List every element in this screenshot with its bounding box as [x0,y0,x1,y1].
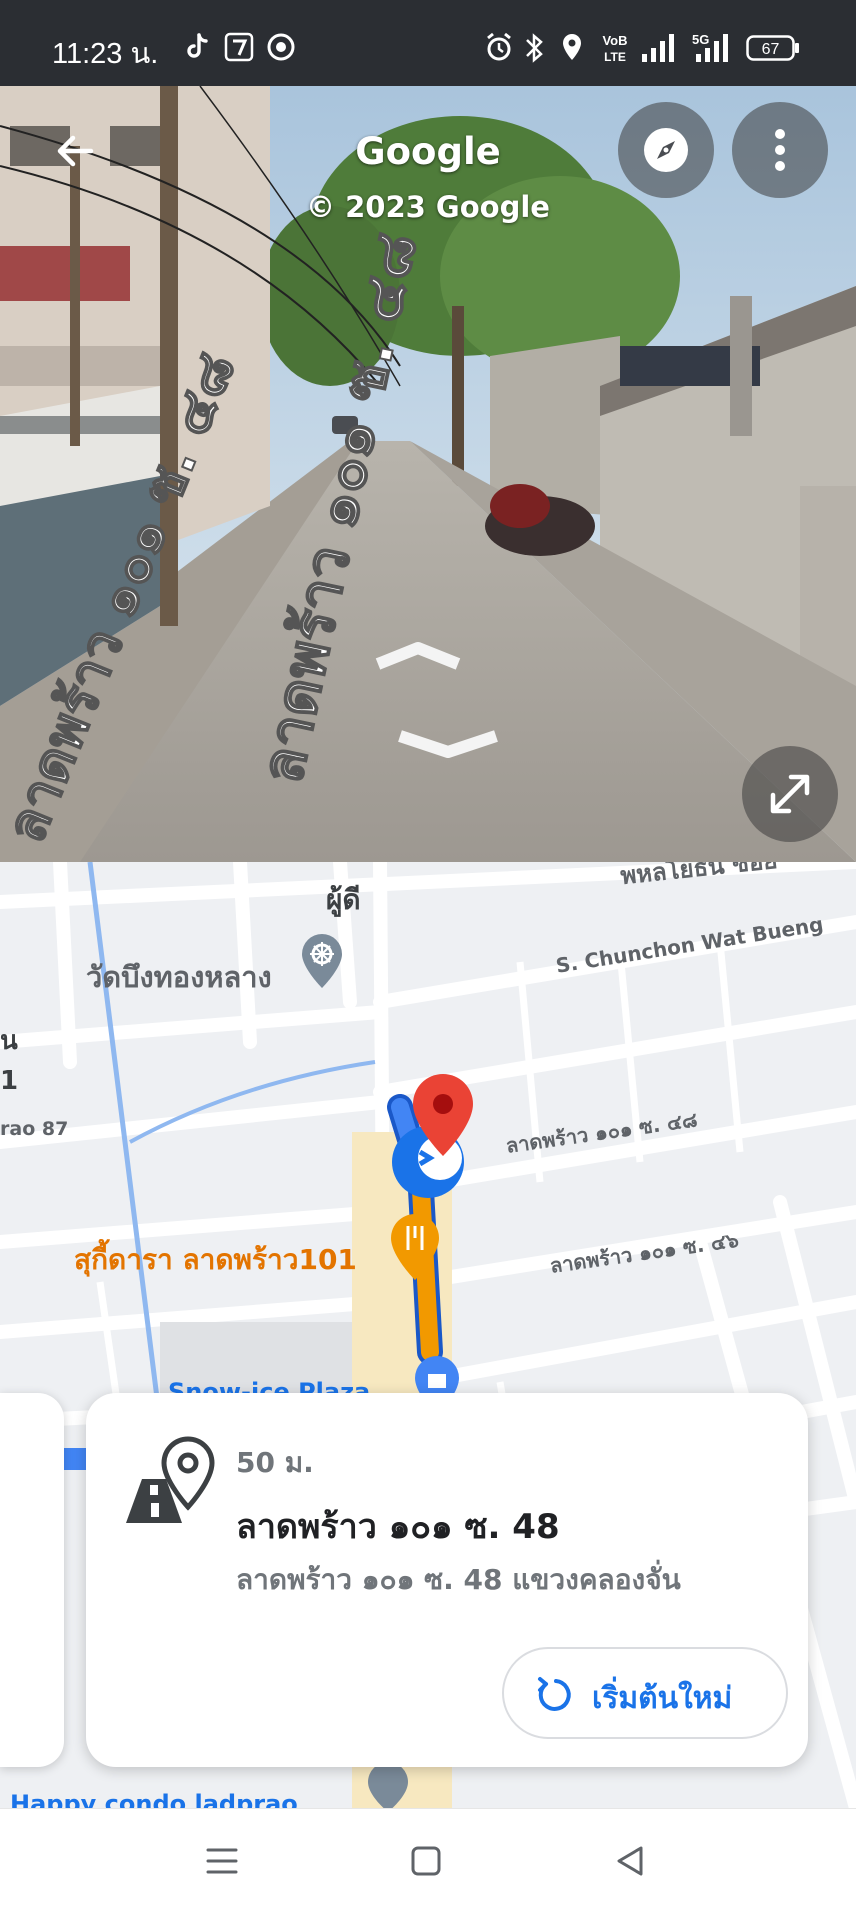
location-card[interactable]: 50 ม. ลาดพร้าว ๑๐๑ ซ. 48 ลาดพร้าว ๑๐๑ ซ.… [86,1393,808,1767]
system-nav-bar [0,1808,856,1912]
restart-button[interactable]: เริ่มต้นใหม่ [502,1647,788,1739]
map-label-left-edge-1: น [0,1026,18,1056]
compass-icon [644,128,688,172]
alarm-icon [487,32,511,61]
previous-card[interactable] [0,1393,64,1767]
expand-icon [770,774,810,814]
signal-icon [642,34,674,62]
expand-button[interactable] [742,746,838,842]
5g-signal-icon: 5G [692,32,728,62]
back-button[interactable] [30,106,120,196]
restart-label: เริ่มต้นใหม่ [592,1681,733,1716]
menu-icon [206,1848,238,1874]
status-time: 11:23 น. [52,38,159,70]
chrome-icon [267,33,295,61]
temple-icon[interactable] [302,934,342,988]
tiktok-icon [187,33,208,58]
map-label-condo[interactable]: Happy condo ladprao [10,1790,298,1808]
more-options-button[interactable] [732,102,828,198]
map-label-puudee: ผู้ดี [326,883,361,916]
seven-eleven-icon [224,32,254,62]
more-vert-icon [775,129,785,171]
recents-button[interactable] [200,1839,244,1883]
back-arrow-icon [57,135,94,167]
svg-text:VoB: VoB [602,33,627,48]
battery-icon: 67 [746,35,799,61]
map-label-left-edge-3: rao 87 [0,1118,69,1140]
svg-text:67: 67 [762,41,780,58]
compass-button[interactable] [618,102,714,198]
volte-icon: VoB LTE [602,33,627,64]
distance-label: 50 ม. [236,1446,314,1479]
place-address: ลาดพร้าว ๑๐๑ ซ. 48 แขวงคลองจั่น [236,1563,681,1596]
home-square-icon [411,1846,441,1876]
map-label-restaurant[interactable]: สุกี้ดารา ลาดพร้าว101 [74,1238,357,1282]
restart-icon [538,1677,571,1711]
map-label-left-edge-2: 1 [0,1066,19,1096]
street-view-panorama[interactable]: ลาดพร้าว ๑๐๑ ซ. ๔๘ ลาดพร้าว ๑๐๑ ซ. ๔๘ Go… [0,86,856,862]
svg-text:LTE: LTE [604,50,626,64]
home-button[interactable] [404,1839,448,1883]
location-icon [563,34,581,60]
svg-text:5G: 5G [692,32,709,47]
map-label-temple: วัดบึงทองหลาง [86,960,272,994]
street-view-copyright: © 2023 Google [306,190,550,224]
street-view-title: Google [355,130,501,173]
road-pin-icon [126,1436,215,1523]
system-back-button[interactable] [608,1839,652,1883]
back-triangle-icon [617,1846,643,1876]
status-bar: 11:23 น. VoB LTE 5G 67 [0,0,856,86]
bluetooth-icon [526,33,543,63]
place-title: ลาดพร้าว ๑๐๑ ซ. 48 [236,1507,560,1547]
